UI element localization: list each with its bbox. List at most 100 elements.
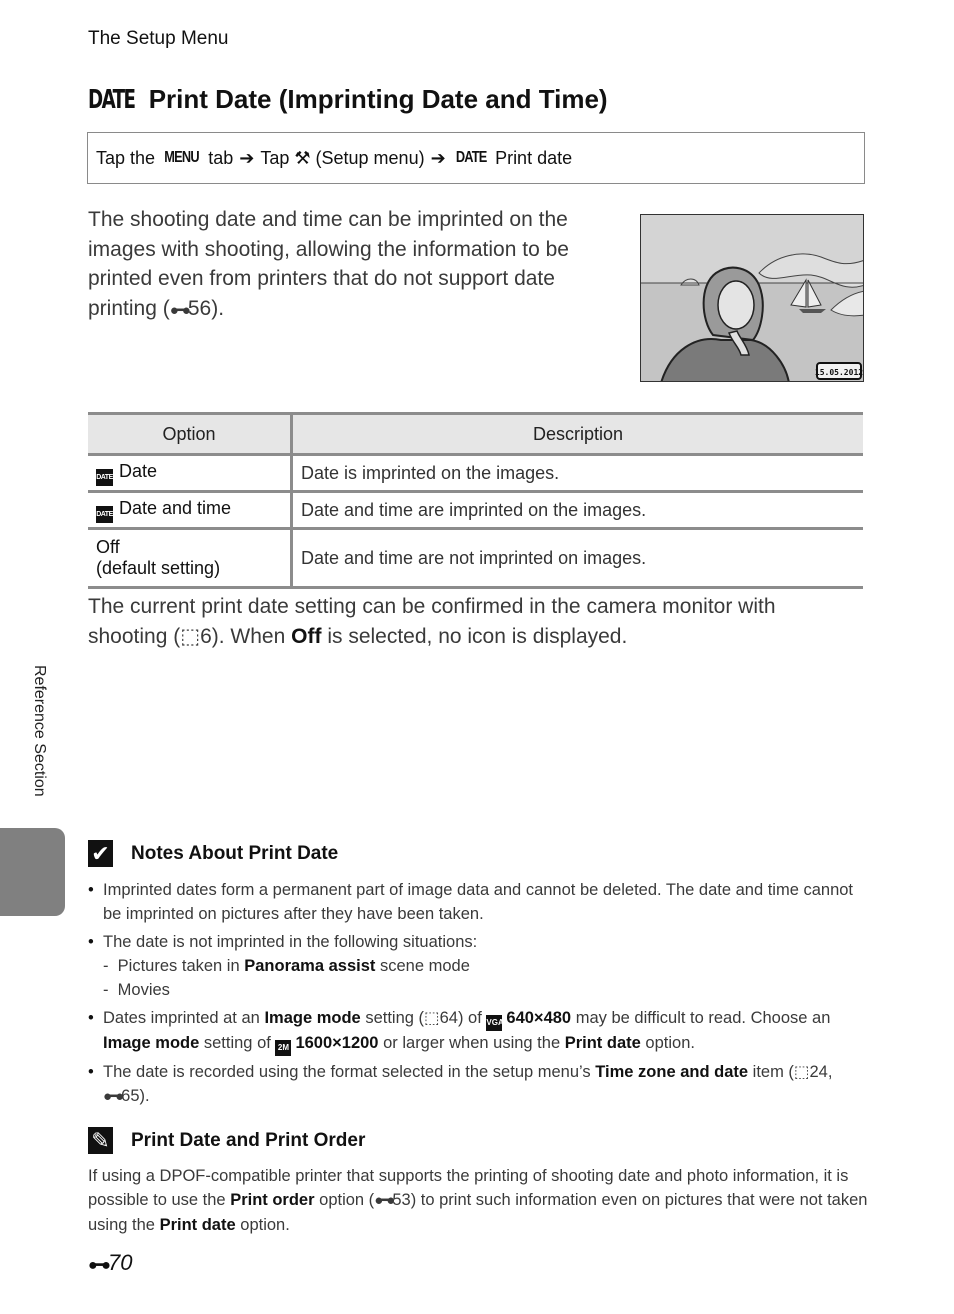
bold-term: Print date xyxy=(159,1216,236,1234)
sample-image-illustration: 15.05.2012 xyxy=(640,214,864,382)
note-subitem: - Pictures taken in Panorama assist scen… xyxy=(103,957,470,975)
table-row: DATE Date and time Date and time are impr… xyxy=(88,491,863,530)
pencil-tip-icon: ✎ xyxy=(88,1127,113,1154)
bold-term: Off xyxy=(291,624,322,648)
bold-term: Panorama assist xyxy=(244,957,376,975)
date-icon: DATE xyxy=(96,468,113,486)
bold-term: Print order xyxy=(230,1191,315,1209)
reference-link[interactable]: 64 xyxy=(440,1009,458,1027)
options-table: Option Description DATE Date Date is impr… xyxy=(88,412,863,589)
print-date-icon: DATE xyxy=(88,85,136,115)
monitor-note-paragraph: The current print date setting can be co… xyxy=(88,592,848,651)
bold-term: 1600×1200 xyxy=(295,1034,379,1052)
running-head: The Setup Menu xyxy=(88,28,229,49)
option-cell: DATE Date and time xyxy=(88,491,293,530)
column-header-option: Option xyxy=(88,412,293,456)
notes-list: Imprinted dates form a permanent part of… xyxy=(88,878,868,1113)
option-label: Date and time xyxy=(119,497,232,518)
option-cell: DATE Date xyxy=(88,454,293,493)
note-item: The date is recorded using the format se… xyxy=(88,1060,868,1109)
description-cell: Date is imprinted on the images. xyxy=(291,454,863,493)
reference-binoculars-icon: ●━● xyxy=(169,301,191,319)
note-text: item ( xyxy=(752,1063,794,1081)
note-text: Dates imprinted at an xyxy=(103,1009,260,1027)
tip-text: option. xyxy=(240,1216,290,1234)
note-item: The date is not imprinted in the followi… xyxy=(88,930,868,1002)
page-title: DATE Print Date (Imprinting Date and Tim… xyxy=(88,84,608,115)
checkmark-note-icon: ✔ xyxy=(88,840,113,867)
notes-heading-text: Notes About Print Date xyxy=(131,842,339,864)
reference-link[interactable]: 6 xyxy=(200,625,212,648)
bold-term: Time zone and date xyxy=(595,1063,749,1081)
note-text: Movies xyxy=(117,981,170,999)
intro-text-end: ). xyxy=(211,296,225,320)
book-reference-icon: ⬚ xyxy=(424,1009,440,1027)
note-text: or larger when using the xyxy=(383,1034,561,1052)
note-text: Pictures taken in xyxy=(117,957,240,975)
menu-path-text: Print date xyxy=(495,147,573,168)
tip-heading-text: Print Date and Print Order xyxy=(131,1129,366,1151)
note-subitem: - Movies xyxy=(103,981,170,999)
bold-term: Print date xyxy=(564,1034,641,1052)
paragraph-text: ). When xyxy=(211,624,286,648)
description-cell: Date and time are imprinted on the image… xyxy=(291,491,863,530)
note-text: scene mode xyxy=(380,957,470,975)
table-row: Off (default setting) Date and time are n… xyxy=(88,528,863,589)
note-text: may be difficult to read. Choose an xyxy=(575,1009,831,1027)
menu-path-box: Tap the MENU tab ➔ Tap ⚒ (Setup menu) ➔ … xyxy=(87,132,865,184)
reference-link[interactable]: 24 xyxy=(810,1063,828,1081)
table-header-row: Option Description xyxy=(88,412,863,456)
note-text: ). xyxy=(139,1087,150,1105)
page-number: ●━●70 xyxy=(88,1250,132,1276)
column-header-description: Description xyxy=(291,412,863,456)
reference-binoculars-icon: ●━● xyxy=(103,1088,124,1105)
option-sublabel: (default setting) xyxy=(96,558,221,578)
page-title-text: Print Date (Imprinting Date and Time) xyxy=(148,84,608,114)
menu-path-text: tab xyxy=(208,147,234,168)
tip-text: option ( xyxy=(319,1191,375,1209)
table-row: DATE Date Date is imprinted on the images… xyxy=(88,454,863,493)
vga-image-mode-icon: VGA xyxy=(486,1015,504,1031)
bold-term: 640×480 xyxy=(506,1009,572,1027)
reference-link[interactable]: 65 xyxy=(121,1087,139,1105)
note-text: ) of xyxy=(457,1009,482,1027)
description-cell: Date and time are not imprinted on image… xyxy=(291,528,863,589)
book-reference-icon: ⬚ xyxy=(793,1063,810,1081)
arrow-right-icon: ➔ xyxy=(430,147,446,168)
note-text: The date is recorded using the format se… xyxy=(103,1063,591,1081)
bold-term: Image mode xyxy=(264,1009,361,1027)
reference-link[interactable]: 53 xyxy=(392,1191,410,1209)
note-text: The date is not imprinted in the followi… xyxy=(103,933,478,951)
date-and-time-icon: DATE xyxy=(96,505,113,523)
note-item: Imprinted dates form a permanent part of… xyxy=(88,878,868,926)
note-text: setting of xyxy=(203,1034,271,1052)
wrench-setup-icon: ⚒ xyxy=(294,147,311,168)
reference-link[interactable]: 56 xyxy=(188,297,211,320)
note-text: , xyxy=(827,1063,833,1081)
option-label: Off xyxy=(96,537,120,557)
menu-path-text: Tap xyxy=(260,147,290,168)
menu-button-icon: MENU xyxy=(164,149,199,166)
print-date-icon: DATE xyxy=(455,149,488,166)
reference-binoculars-icon: ●━● xyxy=(88,1257,111,1274)
arrow-right-icon: ➔ xyxy=(239,147,255,168)
2m-image-mode-icon: 2M xyxy=(275,1040,292,1056)
option-cell: Off (default setting) xyxy=(88,528,293,589)
tip-paragraph: If using a DPOF-compatible printer that … xyxy=(88,1164,868,1237)
section-tab-marker xyxy=(0,828,65,916)
page-number-value: 70 xyxy=(107,1250,133,1275)
section-side-label: Reference Section xyxy=(31,665,48,797)
menu-path-text: Tap the xyxy=(96,147,156,168)
menu-path-text: (Setup menu) xyxy=(315,147,425,168)
notes-heading: ✔ Notes About Print Date xyxy=(88,840,338,867)
note-text: setting ( xyxy=(365,1009,425,1027)
book-reference-icon: ⬚ xyxy=(180,624,201,648)
bold-term: Image mode xyxy=(103,1034,200,1052)
note-text: option. xyxy=(645,1034,695,1052)
date-stamp: 15.05.2012 xyxy=(815,368,863,377)
portrait-sailboat-illustration: 15.05.2012 xyxy=(641,215,863,381)
paragraph-text: is selected, no icon is displayed. xyxy=(327,624,628,648)
intro-text: The shooting date and time can be imprin… xyxy=(88,208,569,320)
option-label: Date xyxy=(119,460,158,481)
reference-binoculars-icon: ●━● xyxy=(374,1192,395,1209)
